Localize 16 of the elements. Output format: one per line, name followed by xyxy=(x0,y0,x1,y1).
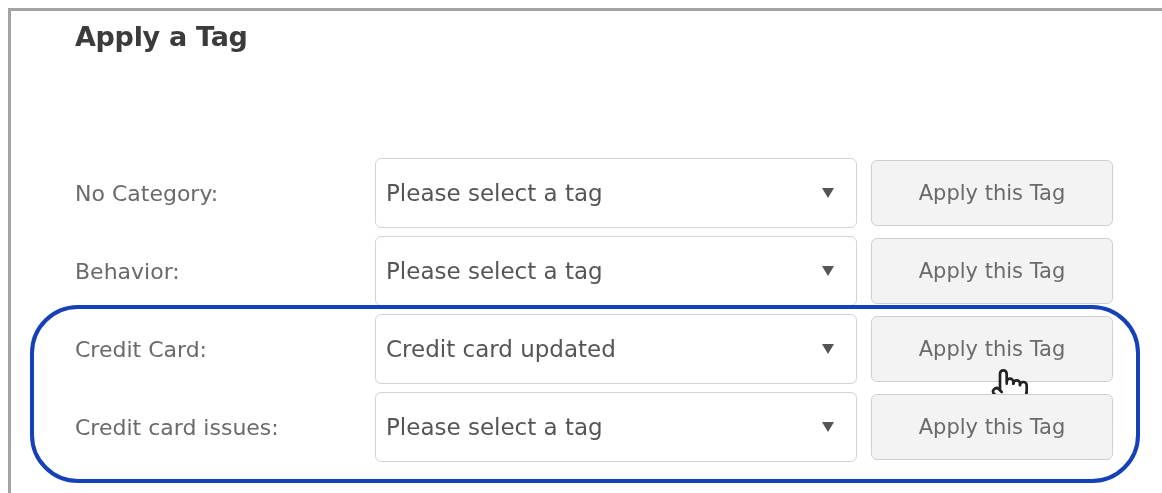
category-label: Credit card issues: xyxy=(75,414,280,440)
apply-tag-button[interactable]: Apply this Tag xyxy=(871,238,1113,304)
tag-select[interactable]: Please select a tag xyxy=(375,392,857,462)
caret-icon xyxy=(822,344,834,354)
category-label: No Category: xyxy=(75,180,220,206)
caret-icon xyxy=(822,422,834,432)
tag-select[interactable]: Credit card updated xyxy=(375,314,857,384)
category-label: Behavior: xyxy=(75,258,181,284)
apply-tag-button[interactable]: Apply this Tag xyxy=(871,160,1113,226)
caret-icon xyxy=(822,188,834,198)
category-label: Credit Card: xyxy=(75,336,209,362)
caret-icon xyxy=(822,266,834,276)
section-title: Apply a Tag xyxy=(75,20,248,54)
tag-select[interactable]: Please select a tag xyxy=(375,158,857,228)
apply-tag-button[interactable]: Apply this Tag xyxy=(871,394,1113,460)
tag-select[interactable]: Please select a tag xyxy=(375,236,857,306)
